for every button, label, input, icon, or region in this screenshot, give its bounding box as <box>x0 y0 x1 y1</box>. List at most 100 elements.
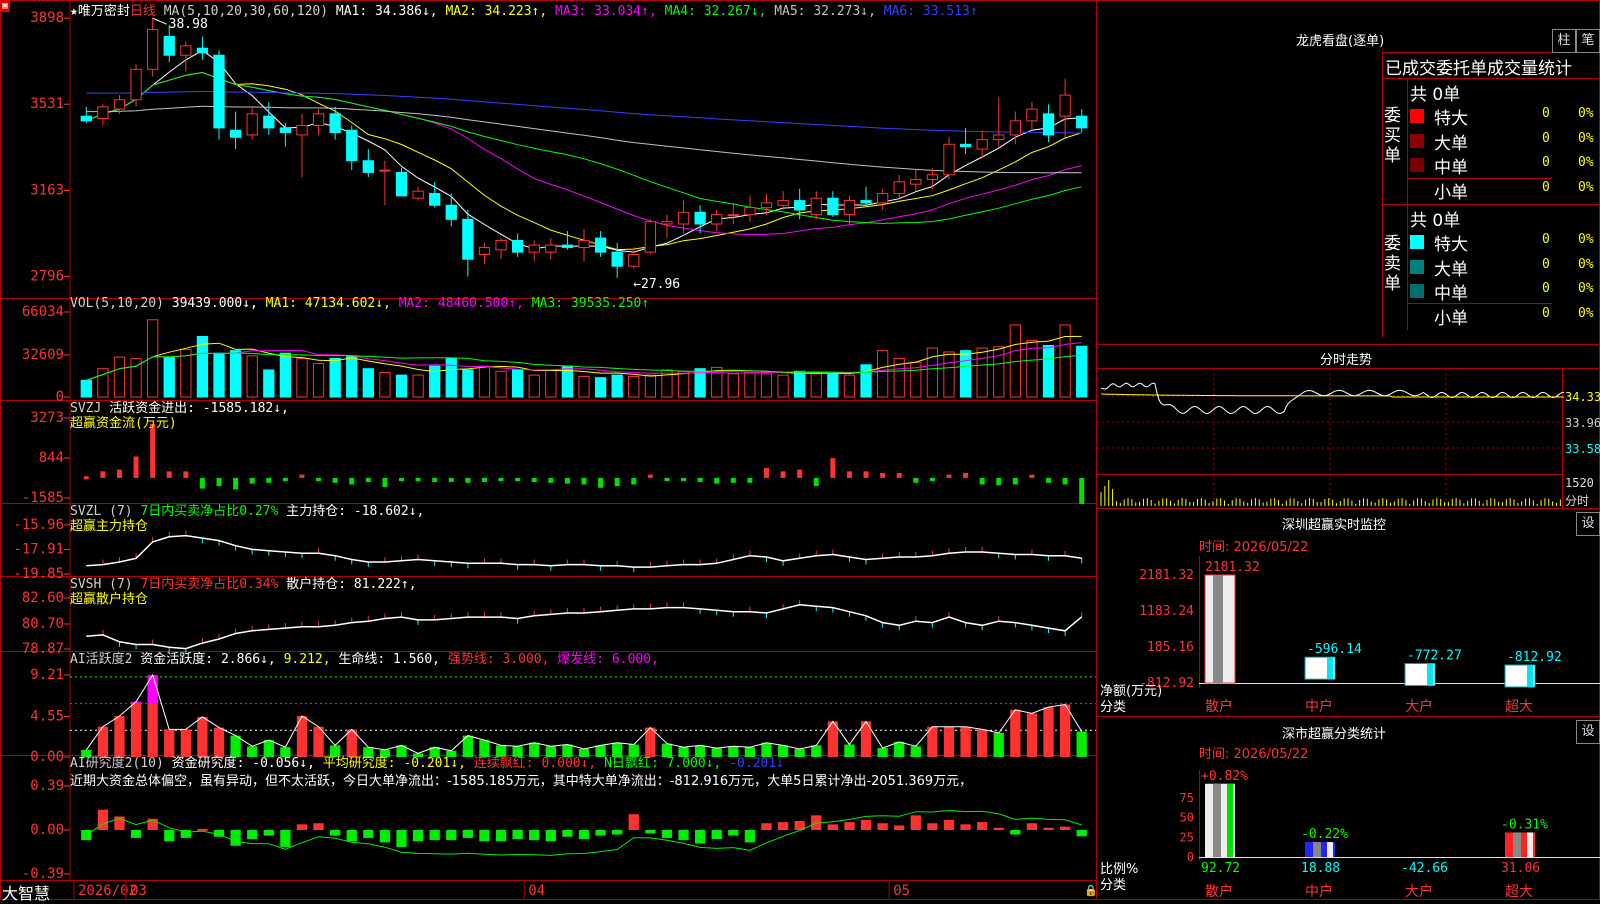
svzj-y-tick: 844 <box>39 450 64 466</box>
ma-line-3 <box>86 71 1082 236</box>
vol-legend-item: MA2: 48460.500↑, <box>390 296 524 311</box>
monitor-settings-button[interactable]: 设 <box>1576 512 1600 536</box>
dragon-header: 已成交委托单成交量统计 <box>1385 59 1572 79</box>
svzl-y-tick: -15.96 <box>13 517 64 533</box>
svzj-bar <box>979 477 985 485</box>
buy-row-value: 0 <box>1542 106 1550 121</box>
svzj-bar <box>548 477 554 483</box>
star-icon[interactable]: ★ <box>70 4 78 19</box>
candle-down <box>511 239 524 253</box>
vol-legend-item: VOL(5,10,20) <box>70 296 164 311</box>
monitor-bar-shade <box>1327 657 1333 680</box>
bar-mode-button[interactable]: 柱 <box>1552 29 1576 53</box>
candle-down <box>163 35 175 56</box>
vol-bar-down <box>511 369 524 398</box>
ai-research-y-tick: 0.39 <box>30 778 64 794</box>
ai-research-bar <box>960 824 971 830</box>
buy-swatch <box>1410 109 1424 123</box>
ai-research-bar <box>661 830 673 838</box>
vol-bar-up <box>296 357 308 398</box>
svsh-y-tick: 80.70 <box>22 616 64 632</box>
candle-up <box>246 113 258 136</box>
candle-up <box>147 28 159 70</box>
sell-swatch <box>1410 284 1424 298</box>
x-axis-label: 03 <box>130 883 147 899</box>
classify-y-tick: 75 <box>1180 791 1194 805</box>
svzj-bar <box>365 477 371 483</box>
tick-mode-button[interactable]: 笔 <box>1576 29 1600 53</box>
vol-bar-down <box>395 374 408 398</box>
vol-bar-down <box>163 356 175 398</box>
ai-bar-green <box>811 745 822 757</box>
ai-research-bar <box>529 830 540 841</box>
ai-research-bar <box>761 823 772 830</box>
vol-bar-down <box>279 352 292 398</box>
candle-down <box>395 171 408 197</box>
svzj-y-tick: 3273 <box>30 410 64 426</box>
ai-research-bar <box>313 823 324 830</box>
svzj-bar <box>747 477 753 483</box>
vol-bar-up <box>926 347 939 398</box>
candle-up <box>628 253 640 267</box>
candle-down <box>561 244 574 248</box>
svzj-bar <box>465 477 471 483</box>
ai-research-bar <box>744 830 756 843</box>
sell-row-pct: 0% <box>1578 281 1594 296</box>
intraday-price-line <box>1100 382 1565 415</box>
sell-row-value: 0 <box>1542 281 1550 296</box>
svzj-bar <box>498 477 504 482</box>
svzj-bar <box>929 477 935 482</box>
ai-research-bar <box>728 830 739 836</box>
main-y-tick: 3531 <box>30 96 64 112</box>
vol-bar-up <box>628 375 640 398</box>
monitor-bar-shade <box>1527 665 1533 687</box>
sell-order-label: 委卖单 <box>1384 234 1401 294</box>
ai-bar-red <box>197 716 208 757</box>
ai-research-legend-item: 连续飘红: 0.000↓, <box>465 756 597 771</box>
ai-research-bar <box>396 830 407 847</box>
period-label[interactable]: 日线 <box>130 4 156 19</box>
candle-up <box>528 244 540 253</box>
ai-bar-green <box>877 748 888 757</box>
ai-research-bar <box>363 830 374 838</box>
ai-research-bar <box>993 827 1004 830</box>
candle-down <box>462 218 474 260</box>
svzj-bar <box>797 469 803 478</box>
ma-line-2 <box>86 71 1082 251</box>
vol-bar-down <box>213 352 225 398</box>
candle-down <box>794 200 806 211</box>
classify-settings-button[interactable]: 设 <box>1576 720 1600 744</box>
buy-swatch <box>1410 133 1424 148</box>
intraday-price-mid: 33.96 <box>1565 416 1600 430</box>
vol-bar-up <box>379 372 391 398</box>
ai-research-bar <box>894 825 905 830</box>
svzl-subtitle: 超赢主力持仓 <box>70 519 149 534</box>
svzj-bar <box>415 477 421 482</box>
ai-research-legend-item: AI研究度2(10) <box>70 756 164 771</box>
ai-research-bar <box>495 830 507 842</box>
vol-bar-up <box>113 356 126 398</box>
ma-legend-item: MA6: 33.513↑ <box>875 4 978 19</box>
ai-active-y-tick: 9.21 <box>30 667 64 683</box>
svzj-bar <box>133 456 139 478</box>
candle-down <box>694 211 706 225</box>
vol-bar-up <box>545 369 557 398</box>
ai-research-bar <box>230 830 241 846</box>
sell-row-label: 小单 <box>1434 308 1468 329</box>
ai-research-legend-item: 平均研究度: -0.201↓, <box>314 756 466 771</box>
ai-bar-red <box>1059 704 1071 757</box>
ai-research-bar <box>512 830 523 840</box>
buy-order-label: 委买单 <box>1384 106 1401 166</box>
vol-bar-up <box>727 373 739 398</box>
svzj-bar <box>946 474 952 478</box>
corner-menu-icon[interactable]: ▣ <box>0 0 10 12</box>
classify-value-label: 18.88 <box>1301 861 1340 876</box>
vol-bar-down <box>462 369 474 398</box>
ai-research-bar <box>97 809 109 830</box>
candle-up <box>495 239 507 251</box>
candle-up <box>893 181 905 195</box>
buy-row-label: 大单 <box>1434 133 1468 154</box>
ai-research-bar <box>877 823 888 830</box>
candle-up <box>1009 120 1021 136</box>
vol-y-tick: 32609 <box>22 347 64 363</box>
